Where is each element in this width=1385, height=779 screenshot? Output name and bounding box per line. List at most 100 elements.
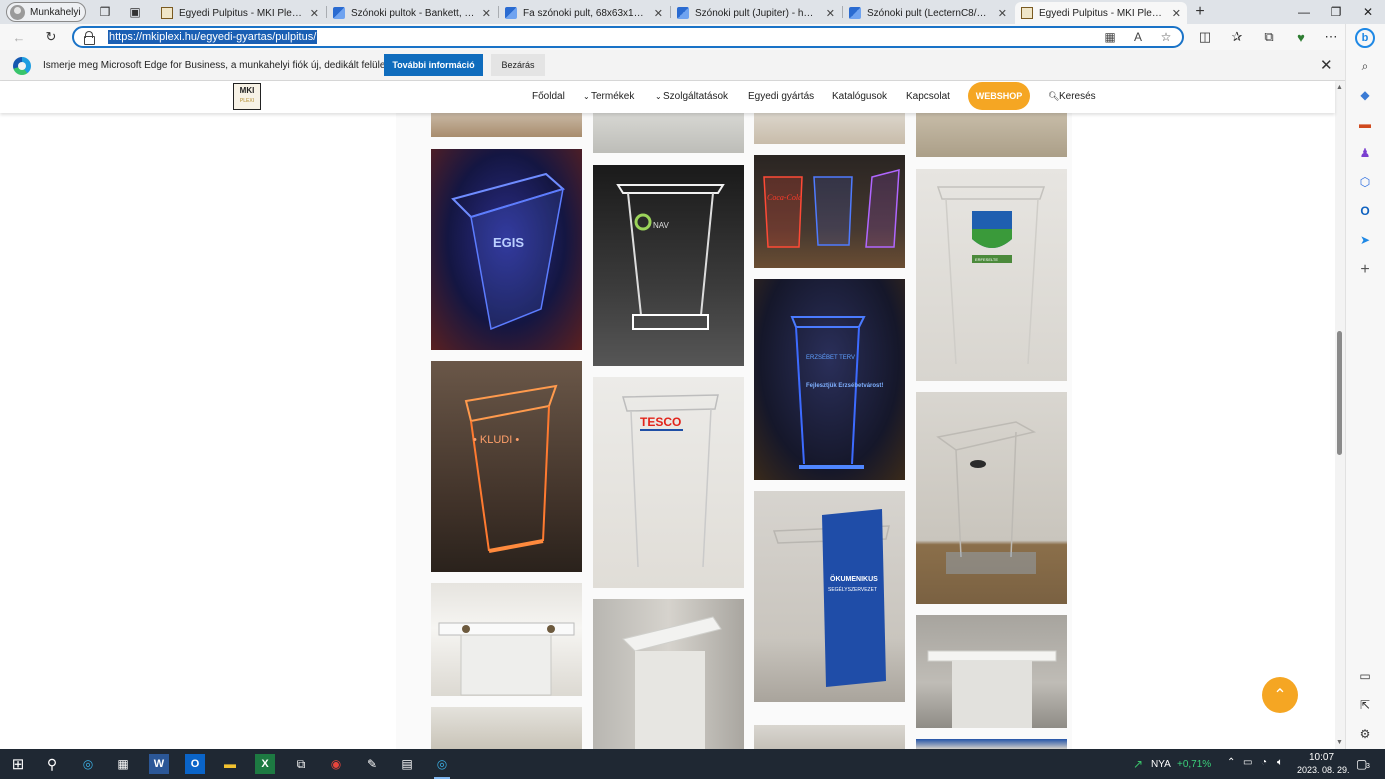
nav-custom-manufacturing[interactable]: Egyedi gyártás bbox=[748, 91, 814, 102]
infobar-close-icon[interactable]: ✕ bbox=[1320, 56, 1333, 74]
workspaces-icon[interactable]: ❒ bbox=[97, 4, 113, 20]
scrollbar-thumb[interactable] bbox=[1337, 331, 1342, 455]
scroll-up-icon[interactable]: ▲ bbox=[1336, 84, 1343, 91]
url-text[interactable]: https://mkiplexi.hu/egyedi-gyartas/pulpi… bbox=[108, 30, 318, 44]
close-tab-icon[interactable]: ✕ bbox=[826, 7, 835, 20]
close-tab-icon[interactable]: ✕ bbox=[482, 7, 491, 20]
photo-bottom-3[interactable] bbox=[916, 739, 1067, 749]
nav-contact[interactable]: Kapcsolat bbox=[906, 91, 950, 102]
remote-desktop-icon[interactable]: ⧉ bbox=[291, 754, 311, 774]
photo-frosted-tall-podium[interactable] bbox=[593, 599, 744, 749]
nav-products[interactable]: Termékek bbox=[591, 91, 634, 102]
photo-kludi-podium[interactable]: • KLUDI • bbox=[431, 361, 582, 572]
webshop-button[interactable]: WEBSHOP bbox=[968, 82, 1030, 110]
nav-services[interactable]: Szolgáltatások bbox=[663, 91, 728, 102]
sidebar-settings-icon[interactable]: ⚙ bbox=[1357, 726, 1373, 742]
tab-6-active[interactable]: Egyedi Pulpitus - MKI Plexi Kft. ✕ bbox=[1015, 2, 1187, 24]
photo-bottom-1[interactable] bbox=[431, 707, 582, 749]
network-icon[interactable]: ◔ bbox=[1261, 757, 1267, 768]
stock-change[interactable]: +0,71% bbox=[1177, 759, 1211, 770]
restore-icon[interactable]: ❐ bbox=[1320, 0, 1352, 24]
tools-icon[interactable]: ▬ bbox=[1357, 116, 1373, 132]
add-sidebar-app-icon[interactable]: + bbox=[1357, 261, 1373, 278]
photo-erzsebet-podium[interactable]: ERZSÉBET TERV Fejlesztjük Erzsébetvárost… bbox=[754, 279, 905, 480]
paint-icon[interactable]: ✎ bbox=[362, 754, 382, 774]
photo-bottom-2[interactable] bbox=[754, 725, 905, 749]
bing-copilot-icon[interactable]: b bbox=[1355, 28, 1375, 48]
calculator-icon[interactable]: ▤ bbox=[397, 754, 417, 774]
favorites-icon[interactable]: ✰ bbox=[1228, 28, 1246, 46]
collections-icon[interactable]: ⧉ bbox=[1260, 28, 1278, 46]
learn-more-button[interactable]: További információ bbox=[384, 54, 483, 76]
split-screen-icon[interactable]: ◫ bbox=[1196, 28, 1214, 46]
tab-4[interactable]: Szónoki pult (Jupiter) - hm.hu ✕ bbox=[671, 2, 841, 24]
photo-blue-lit-podium[interactable]: EGIS bbox=[431, 149, 582, 350]
search-icon[interactable]: ⚲ bbox=[42, 754, 62, 774]
lock-icon[interactable] bbox=[84, 31, 95, 45]
chrome-icon[interactable]: ◉ bbox=[326, 754, 346, 774]
back-icon[interactable]: ← bbox=[10, 28, 28, 46]
excel-icon[interactable]: X bbox=[255, 754, 275, 774]
qr-code-icon[interactable]: ▦ bbox=[1102, 30, 1118, 44]
shopping-tag-icon[interactable]: ◆ bbox=[1357, 87, 1373, 103]
photo-coat-of-arms-podium[interactable]: ERFESELTE bbox=[916, 169, 1067, 381]
nav-home[interactable]: Főoldal bbox=[532, 91, 565, 102]
refresh-icon[interactable]: ↻ bbox=[42, 28, 60, 46]
close-window-icon[interactable]: ✕ bbox=[1352, 0, 1384, 24]
scroll-down-icon[interactable]: ▼ bbox=[1336, 739, 1343, 746]
read-aloud-icon[interactable]: A bbox=[1130, 30, 1146, 44]
outlook-taskbar-icon[interactable]: O bbox=[185, 754, 205, 774]
monitor-icon[interactable]: ▭ bbox=[1243, 757, 1252, 768]
tab-3[interactable]: Fa szónoki pult, 68x63x122cm (H ✕ bbox=[499, 2, 669, 24]
settings-more-icon[interactable]: ⋯ bbox=[1322, 28, 1340, 46]
nav-search[interactable]: Keresés bbox=[1059, 91, 1096, 102]
photo-podium-top-1[interactable] bbox=[431, 113, 582, 137]
sidebar-layout-icon[interactable]: ▭ bbox=[1357, 668, 1373, 684]
clock-time[interactable]: 10:07 bbox=[1309, 752, 1334, 763]
photo-podium-top-2[interactable] bbox=[593, 113, 744, 153]
tab-2[interactable]: Szónoki pultok - Bankett, Konfer ✕ bbox=[327, 2, 497, 24]
photo-tesco-podium[interactable]: TESCO bbox=[593, 377, 744, 588]
keyboard-language[interactable]: NYA bbox=[1151, 759, 1171, 770]
photo-frosted-wide-podium[interactable] bbox=[916, 615, 1067, 728]
photo-okumenikus-podium[interactable]: ÖKUMENIKUS SEGÉLYSZERVEZET bbox=[754, 491, 905, 702]
open-external-icon[interactable]: ⇱ bbox=[1357, 697, 1373, 713]
scroll-to-top-button[interactable]: ⌃ bbox=[1262, 677, 1298, 713]
search-icon[interactable]: ⌕ bbox=[1357, 58, 1373, 74]
close-tab-icon[interactable]: ✕ bbox=[310, 7, 319, 20]
photo-frosted-top-podium[interactable] bbox=[431, 583, 582, 696]
photo-podium-top-4[interactable] bbox=[916, 113, 1067, 157]
photo-podium-top-3[interactable] bbox=[754, 113, 905, 144]
minimize-icon[interactable]: — bbox=[1288, 0, 1320, 24]
volume-icon[interactable]: 🔈︎ bbox=[1277, 757, 1283, 768]
tray-chevron-icon[interactable]: ⌃ bbox=[1227, 757, 1235, 768]
dismiss-button[interactable]: Bezárás bbox=[491, 54, 545, 76]
edge-taskbar-icon[interactable]: ◎ bbox=[78, 754, 98, 774]
calendar-app-icon[interactable]: ▦ bbox=[113, 754, 133, 774]
profile-button[interactable]: Munkahelyi bbox=[6, 2, 86, 22]
tab-actions-icon[interactable]: ▣ bbox=[127, 4, 143, 20]
photo-three-lit-podiums[interactable]: Coca-Cola bbox=[754, 155, 905, 268]
close-tab-icon[interactable]: ✕ bbox=[1172, 7, 1181, 20]
photo-white-lit-podium[interactable]: NAV bbox=[593, 165, 744, 366]
address-bar[interactable]: https://mkiplexi.hu/egyedi-gyartas/pulpi… bbox=[72, 26, 1184, 48]
tab-1[interactable]: Egyedi Pulpitus - MKI Plexi Kft. ✕ bbox=[155, 2, 325, 24]
new-tab-icon[interactable]: + bbox=[1192, 3, 1208, 20]
tab-5[interactable]: Szónoki pult (LecternC8/1) - hm. ✕ bbox=[843, 2, 1013, 24]
microsoft-365-icon[interactable]: ⬡ bbox=[1357, 174, 1373, 190]
drop-icon[interactable]: ➤ bbox=[1357, 232, 1373, 248]
games-icon[interactable]: ♟ bbox=[1357, 145, 1373, 161]
windows-start-icon[interactable]: ⊞ bbox=[8, 754, 28, 774]
stock-chart-icon[interactable]: ↗ bbox=[1128, 754, 1148, 774]
photo-clear-podium-room[interactable] bbox=[916, 392, 1067, 604]
clock-date[interactable]: 2023. 08. 29. bbox=[1297, 765, 1350, 775]
file-explorer-icon[interactable]: ▬ bbox=[220, 754, 240, 774]
page-scrollbar[interactable]: ▲ ▼ bbox=[1335, 81, 1345, 749]
outlook-icon[interactable]: O bbox=[1357, 203, 1373, 219]
word-icon[interactable]: W bbox=[149, 754, 169, 774]
close-tab-icon[interactable]: ✕ bbox=[998, 7, 1007, 20]
edge-taskbar-active-icon[interactable]: ◎ bbox=[432, 754, 452, 779]
favorite-star-icon[interactable]: ☆ bbox=[1158, 30, 1174, 44]
site-logo[interactable]: MKI PLEXI bbox=[233, 83, 261, 110]
nav-catalogs[interactable]: Katalógusok bbox=[832, 91, 887, 102]
